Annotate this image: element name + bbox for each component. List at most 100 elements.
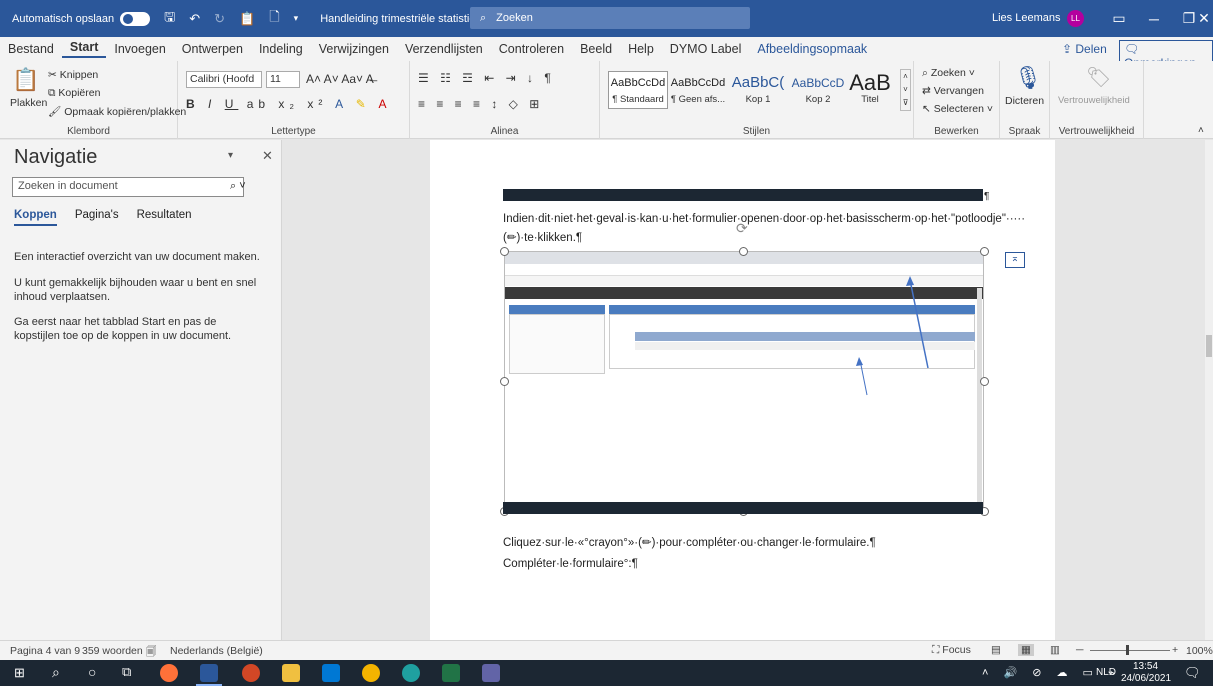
file-explorer-icon[interactable] <box>282 664 300 682</box>
tab-verwijzingen[interactable]: Verwijzingen <box>311 42 397 56</box>
paste-button[interactable]: Plakken <box>10 97 47 109</box>
word-icon[interactable] <box>200 664 218 682</box>
powerpoint-icon[interactable] <box>242 664 260 682</box>
style-titel[interactable]: AaB Titel <box>840 71 900 109</box>
input-language[interactable]: NLD <box>1096 667 1116 678</box>
sensitivity-button[interactable]: Vertrouwelijkheid <box>1058 95 1130 106</box>
dictate-button[interactable]: Dicteren <box>1005 95 1044 107</box>
microphone-icon[interactable]: 🎙 <box>1014 65 1042 91</box>
layout-options-icon[interactable]: ⌅ <box>1005 252 1025 268</box>
tab-beeld[interactable]: Beeld <box>572 42 620 56</box>
undo-icon[interactable]: ↶ <box>189 11 200 27</box>
resize-handle-tm[interactable] <box>739 247 748 256</box>
zoom-slider[interactable] <box>1090 650 1170 651</box>
word-count[interactable]: 359 woorden <box>82 645 143 657</box>
scrollbar-thumb[interactable] <box>1206 335 1212 357</box>
clipboard-icon[interactable]: 📋 <box>239 11 255 27</box>
zoom-out-button[interactable]: ─ <box>1076 644 1083 656</box>
rotate-handle-icon[interactable]: ⟳ <box>736 220 748 237</box>
ribbon-display-icon[interactable]: ▭ <box>1100 0 1138 37</box>
tab-afbeeldingsopmaak[interactable]: Afbeeldingsopmaak <box>749 42 875 56</box>
copy-button[interactable]: ⧉ Kopiëren <box>48 87 100 100</box>
paragraph-line-4[interactable]: Compléter·le·formulaire°:¶ <box>503 558 638 570</box>
clock-time[interactable]: 13:54 <box>1133 661 1158 672</box>
style-standaard[interactable]: AaBbCcDd ¶ Standaard <box>608 71 668 109</box>
tab-bestand[interactable]: Bestand <box>0 42 62 56</box>
font-format-buttons[interactable]: B I U ab x₂ x² A ✎ A <box>186 97 392 111</box>
navigation-search-icon[interactable]: ⌕ ˅ <box>230 180 246 193</box>
cortana-icon[interactable]: ○ <box>88 664 96 680</box>
collapse-ribbon-icon[interactable]: ˄ <box>1198 125 1204 136</box>
user-name[interactable]: Lies Leemans <box>992 12 1061 24</box>
windows-start-icon[interactable]: ⊞ <box>14 665 25 681</box>
excel-icon[interactable] <box>442 664 460 682</box>
paste-icon[interactable]: 📋 <box>12 67 39 93</box>
replace-button[interactable]: ⇄ Vervangen <box>922 85 984 97</box>
avatar[interactable]: LL <box>1067 10 1084 27</box>
chrome-icon[interactable] <box>362 664 380 682</box>
tab-help[interactable]: Help <box>620 42 662 56</box>
zoom-in-button[interactable]: + <box>1172 644 1178 656</box>
vertical-scrollbar[interactable] <box>1205 140 1213 640</box>
share-button[interactable]: ⇪ Delen <box>1062 42 1107 56</box>
style-kop-2[interactable]: AaBbCcD Kop 2 <box>788 71 848 109</box>
new-document-icon[interactable]: 🗋 <box>269 8 279 30</box>
redo-icon[interactable]: ↻ <box>214 11 225 27</box>
paragraph-group-label: Alinea <box>490 126 519 137</box>
page-count[interactable]: Pagina 4 van 9 <box>10 645 80 657</box>
tab-start[interactable]: Start <box>61 40 107 58</box>
tab-verzendlijsten[interactable]: Verzendlijsten <box>397 42 491 56</box>
notifications-icon[interactable]: 🗨 <box>1184 665 1201 681</box>
select-button[interactable]: ↖ Selecteren ˅ <box>922 103 993 115</box>
zoom-slider-thumb[interactable] <box>1126 645 1129 655</box>
search-taskbar-icon[interactable]: ⌕ <box>52 664 60 681</box>
tab-indeling[interactable]: Indeling <box>251 42 311 56</box>
focus-button[interactable]: ⛶ Focus <box>932 644 971 657</box>
zoom-level[interactable]: 100% <box>1186 645 1213 657</box>
document-page[interactable]: ¶ Indien·dit·niet·het·geval·is·kan·u·het… <box>430 140 1055 640</box>
tab-ontwerpen[interactable]: Ontwerpen <box>174 42 251 56</box>
sensitivity-icon[interactable]: 🏷 <box>1086 65 1111 90</box>
style-kop-1[interactable]: AaBbC(Kop 1 <box>728 71 788 109</box>
tab-koppen[interactable]: Koppen <box>14 209 57 226</box>
resize-handle-ml[interactable] <box>500 377 509 386</box>
styles-scroll[interactable]: ˄ ˅ ⊽ <box>900 69 911 111</box>
tab-paginas[interactable]: Pagina's <box>75 209 119 226</box>
resize-handle-tr[interactable] <box>980 247 989 256</box>
navigation-search-input[interactable]: Zoeken in document <box>12 177 244 197</box>
tab-dymo-label[interactable]: DYMO Label <box>662 42 750 56</box>
tab-resultaten[interactable]: Resultaten <box>137 209 192 226</box>
font-name-select[interactable]: Calibri (Hoofd <box>186 71 262 88</box>
print-layout-icon[interactable]: ▦ <box>1018 644 1034 656</box>
firefox-icon[interactable] <box>160 664 178 682</box>
font-size-buttons[interactable]: A˄ A˅ Aa˅ A̶ <box>306 72 374 86</box>
task-view-icon[interactable]: ⧉ <box>122 664 131 680</box>
format-painter-button[interactable]: 🖌 Opmaak kopiëren/plakken <box>48 105 186 118</box>
clock-date[interactable]: 24/06/2021 <box>1121 673 1171 684</box>
paragraph-line-3[interactable]: Cliquez·sur·le·«°crayon°»·(✏)·pour·compl… <box>503 535 876 549</box>
list-buttons[interactable]: ☰ ☷ ☲ ⇤ ⇥ ↓ ¶ <box>418 71 555 85</box>
web-layout-icon[interactable]: ▥ <box>1050 644 1060 656</box>
font-size-select[interactable]: 11 <box>266 71 300 88</box>
customize-toolbar-icon[interactable]: ▾ <box>294 13 299 24</box>
read-mode-icon[interactable]: ▤ <box>991 644 1001 656</box>
cut-button[interactable]: ✂ Knippen <box>48 69 98 81</box>
tab-controleren[interactable]: Controleren <box>491 42 572 56</box>
teams-icon[interactable] <box>482 664 500 682</box>
minimize-icon[interactable]: ─ <box>1135 0 1173 37</box>
find-button[interactable]: ⌕ Zoeken ˅ <box>922 67 975 80</box>
edge-icon[interactable] <box>402 664 420 682</box>
style-geen-afstand[interactable]: AaBbCcDd ¶ Geen afs... <box>668 71 728 109</box>
resize-handle-tl[interactable] <box>500 247 509 256</box>
outlook-icon[interactable] <box>322 664 340 682</box>
resize-handle-mr[interactable] <box>980 377 989 386</box>
search-box[interactable]: ⌕ Zoeken <box>470 7 750 29</box>
tab-invoegen[interactable]: Invoegen <box>106 42 173 56</box>
autosave-toggle[interactable] <box>120 11 151 26</box>
close-icon[interactable]: ✕ <box>1195 0 1213 37</box>
alignment-buttons[interactable]: ≡ ≡ ≡ ≡ ↕ ◇ ⊞ <box>418 97 543 111</box>
save-icon[interactable]: 🖫 <box>164 8 175 30</box>
pane-options-icon[interactable]: ▾ <box>228 150 233 161</box>
language-status[interactable]: Nederlands (België) <box>170 645 263 657</box>
close-pane-icon[interactable]: ✕ <box>262 148 273 164</box>
